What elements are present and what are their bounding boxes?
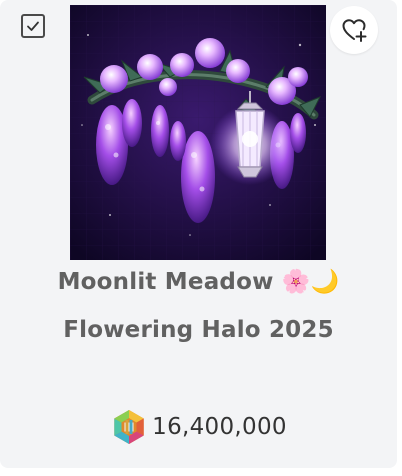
- robux-currency-icon: [114, 410, 144, 444]
- item-name-line-2[interactable]: Flowering Halo 2025: [10, 314, 387, 346]
- add-to-favorites-button[interactable]: [330, 6, 378, 54]
- checkmark-icon: [27, 21, 39, 31]
- item-card[interactable]: Moonlit Meadow 🌸🌙 Flowering Halo 2025 16…: [0, 0, 397, 468]
- item-name-line-1[interactable]: Moonlit Meadow 🌸🌙: [10, 266, 387, 298]
- item-price: 16,400,000: [0, 407, 397, 447]
- heart-plus-icon: [342, 19, 367, 42]
- select-checkbox[interactable]: [21, 14, 45, 38]
- item-thumbnail[interactable]: [70, 5, 326, 260]
- flowering-halo-image: [70, 5, 326, 260]
- price-value: 16,400,000: [152, 414, 287, 440]
